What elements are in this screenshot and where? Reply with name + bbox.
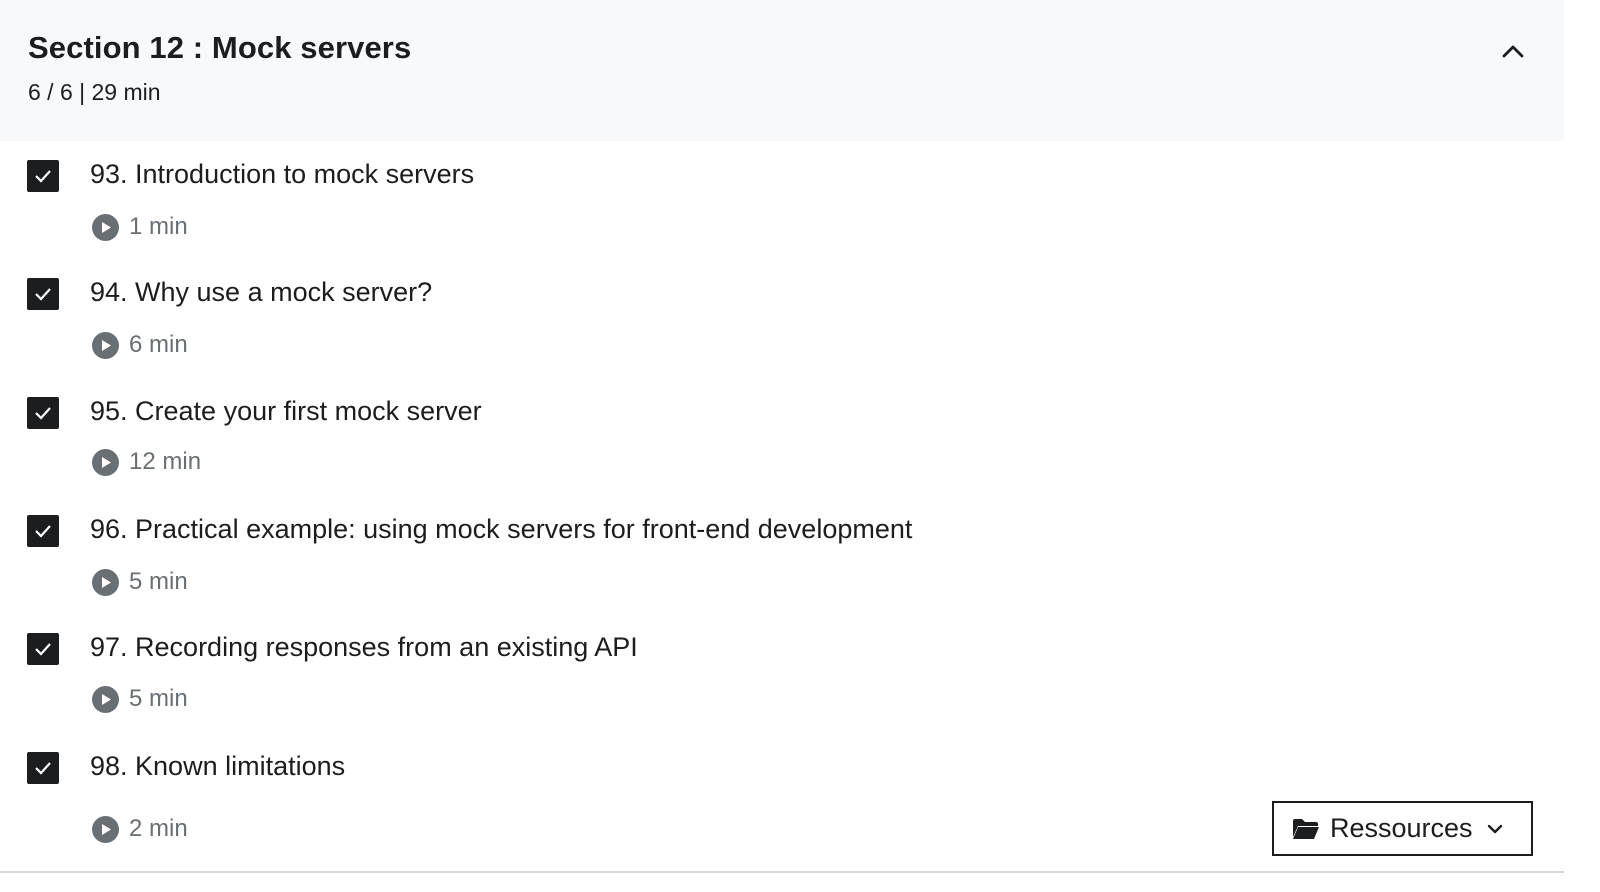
duration-text: 1 min xyxy=(129,213,188,240)
duration-text: 5 min xyxy=(129,568,188,595)
lecture-title[interactable]: 97. Recording responses from an existing… xyxy=(90,632,638,663)
lecture-title[interactable]: 94. Why use a mock server? xyxy=(90,277,432,308)
duration-text: 5 min xyxy=(129,685,188,712)
checkmark-icon xyxy=(35,762,51,775)
lecture-complete-checkbox[interactable] xyxy=(27,752,59,784)
checkmark-icon xyxy=(35,288,51,301)
play-icon xyxy=(92,213,119,241)
lecture-duration: 5 min xyxy=(92,568,188,596)
lecture-title[interactable]: 95. Create your first mock server xyxy=(90,396,482,427)
checkmark-icon xyxy=(35,407,51,420)
duration-text: 12 min xyxy=(129,448,202,475)
divider xyxy=(0,871,1564,873)
duration-text: 6 min xyxy=(129,331,188,358)
lecture-title[interactable]: 93. Introduction to mock servers xyxy=(90,159,474,190)
play-icon xyxy=(92,331,119,359)
lecture-title[interactable]: 98. Known limitations xyxy=(90,751,345,782)
checkmark-icon xyxy=(35,170,51,183)
checkmark-icon xyxy=(35,643,51,656)
lecture-duration: 5 min xyxy=(92,685,188,713)
lecture-duration: 6 min xyxy=(92,331,188,359)
lecture-complete-checkbox[interactable] xyxy=(27,160,59,192)
collapse-section-button[interactable] xyxy=(1496,36,1530,66)
section-progress-meta: 6 / 6 | 29 min xyxy=(28,79,161,105)
lecture-duration: 1 min xyxy=(92,213,188,241)
lecture-complete-checkbox[interactable] xyxy=(27,278,59,310)
lecture-item[interactable]: 95. Create your first mock server 12 min xyxy=(0,378,1564,496)
section-header[interactable]: Section 12 : Mock servers 6 / 6 | 29 min xyxy=(0,0,1564,141)
section-title: Section 12 : Mock servers xyxy=(28,30,412,65)
resources-dropdown-button[interactable]: Ressources xyxy=(1272,801,1533,856)
lecture-complete-checkbox[interactable] xyxy=(27,515,59,547)
play-icon xyxy=(92,685,119,713)
lecture-complete-checkbox[interactable] xyxy=(27,397,59,429)
scroll-gutter xyxy=(1564,0,1600,892)
lecture-item[interactable]: 93. Introduction to mock servers 1 min xyxy=(0,141,1564,259)
play-icon xyxy=(92,448,119,476)
checkmark-icon xyxy=(35,525,51,538)
duration-text: 2 min xyxy=(129,815,188,842)
chevron-up-icon xyxy=(1502,45,1524,58)
lecture-item[interactable]: 97. Recording responses from an existing… xyxy=(0,614,1564,732)
resources-label: Ressources xyxy=(1330,813,1473,843)
lecture-duration: 12 min xyxy=(92,448,201,476)
play-icon xyxy=(92,815,119,843)
folder-icon xyxy=(1293,818,1319,839)
play-icon xyxy=(92,568,119,596)
lecture-title[interactable]: 96. Practical example: using mock server… xyxy=(90,514,912,545)
lecture-complete-checkbox[interactable] xyxy=(27,633,59,665)
lecture-item[interactable]: 96. Practical example: using mock server… xyxy=(0,496,1564,614)
lecture-item[interactable]: 94. Why use a mock server? 6 min xyxy=(0,259,1564,377)
lecture-duration: 2 min xyxy=(92,815,188,843)
chevron-down-icon xyxy=(1487,824,1502,833)
